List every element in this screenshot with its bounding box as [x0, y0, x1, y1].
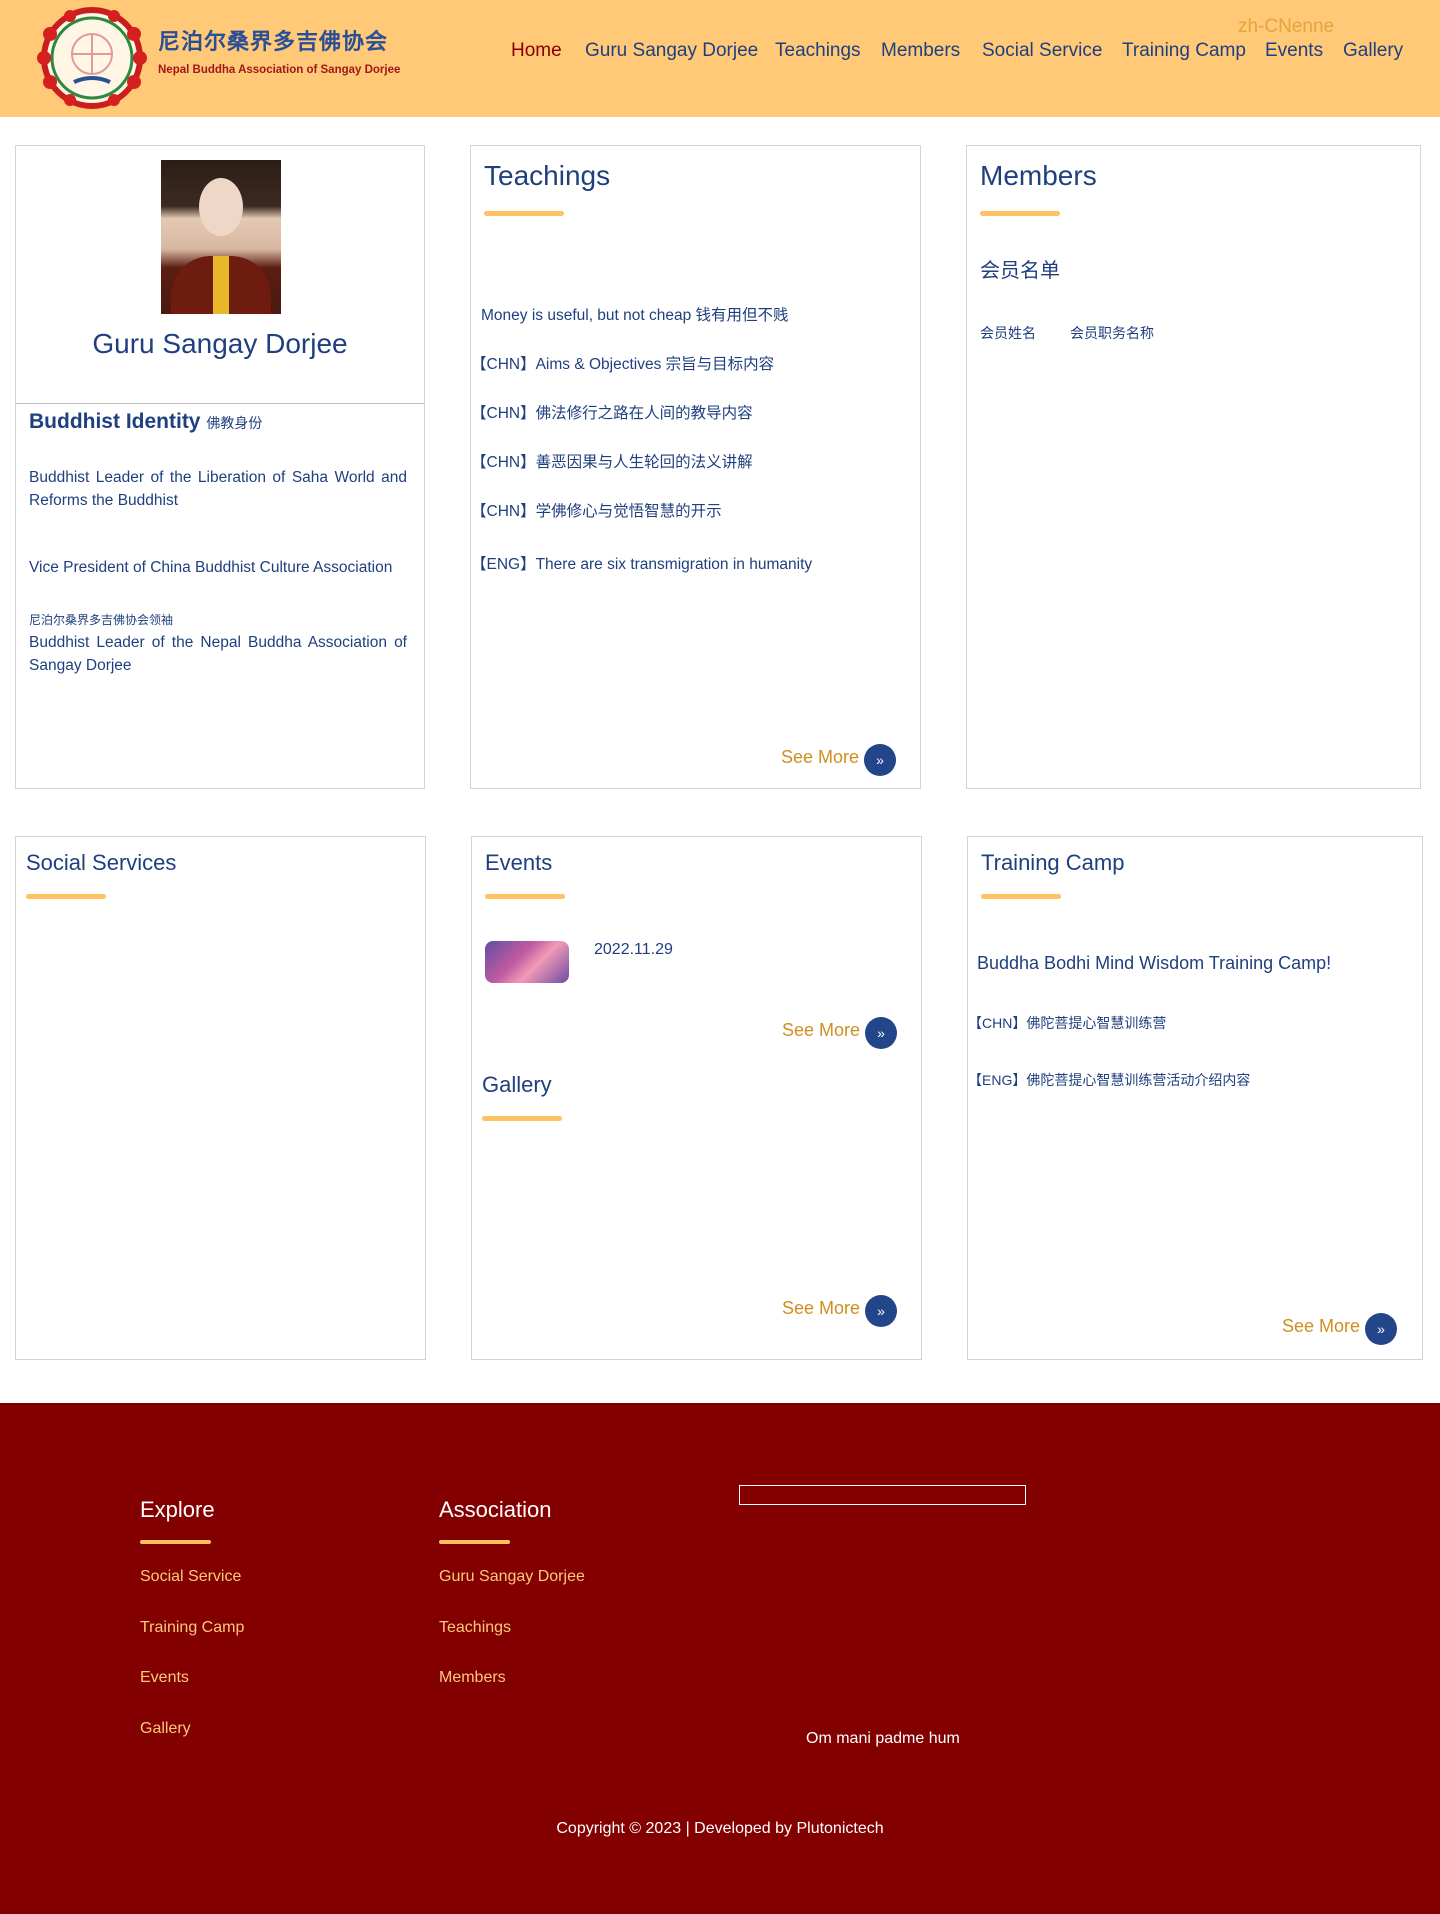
double-chevron-right-icon[interactable]: »	[864, 744, 896, 776]
teaching-item[interactable]: 【CHN】学佛修心与觉悟智慧的开示	[471, 499, 722, 521]
footer-underline	[439, 1540, 510, 1544]
footer-underline	[140, 1540, 211, 1544]
footer-link-teachings[interactable]: Teachings	[439, 1619, 511, 1637]
footer-image-placeholder	[739, 1485, 1026, 1505]
language-switcher: zh-CNenne	[1238, 16, 1334, 38]
teachings-card: Teachings Money is useful, but not cheap…	[470, 145, 921, 789]
footer-link-members[interactable]: Members	[439, 1669, 506, 1687]
training-item[interactable]: 【ENG】佛陀菩提心智慧训练营活动介绍内容	[968, 1070, 1250, 1090]
nav-home[interactable]: Home	[511, 40, 562, 62]
see-more-link[interactable]: See More	[782, 1298, 860, 1319]
footer-link-training-camp[interactable]: Training Camp	[140, 1619, 244, 1637]
footer-link-gallery[interactable]: Gallery	[140, 1720, 191, 1738]
footer-link-social-service[interactable]: Social Service	[140, 1568, 241, 1586]
teaching-item[interactable]: 【ENG】There are six transmigration in hum…	[471, 552, 812, 574]
guru-photo	[161, 160, 281, 314]
footer-link-guru[interactable]: Guru Sangay Dorjee	[439, 1568, 585, 1586]
training-camp-title: Training Camp	[981, 850, 1125, 875]
events-title: Events	[485, 850, 553, 875]
brand-name-chinese: 尼泊尔桑界多吉佛协会	[158, 30, 389, 55]
members-title: Members	[980, 160, 1097, 191]
brand-name-english: Nepal Buddha Association of Sangay Dorje…	[158, 64, 401, 76]
identity-text-1: Buddhist Leader of the Liberation of Sah…	[29, 469, 407, 509]
members-card: Members 会员名单 会员姓名 会员职务名称	[966, 145, 1421, 789]
see-more-link[interactable]: See More	[782, 1020, 860, 1041]
site-header: 尼泊尔桑界多吉佛协会 Nepal Buddha Association of S…	[0, 0, 1440, 117]
see-more-link[interactable]: See More	[781, 747, 859, 768]
lang-en[interactable]: en	[1292, 16, 1313, 38]
guru-card: Guru Sangay Dorjee Buddhist Identity 佛教身…	[15, 145, 425, 789]
identity-text-3-cn: 尼泊尔桑界多吉佛协会领袖	[29, 613, 174, 627]
site-footer: Explore Social Service Training Camp Eve…	[0, 1403, 1440, 1914]
association-logo[interactable]	[30, 4, 154, 112]
social-services-card: Social Services	[15, 836, 426, 1360]
title-underline	[980, 211, 1060, 216]
teaching-item[interactable]: 【CHN】善恶因果与人生轮回的法义讲解	[471, 450, 753, 472]
nav-events[interactable]: Events	[1265, 40, 1323, 62]
footer-association-title: Association	[439, 1497, 552, 1522]
double-chevron-right-icon[interactable]: »	[865, 1295, 897, 1327]
title-underline	[26, 894, 106, 899]
title-underline	[484, 211, 564, 216]
nav-gallery[interactable]: Gallery	[1343, 40, 1403, 62]
member-role: 会员职务名称	[1070, 325, 1154, 341]
lang-zh-cn[interactable]: zh-CN	[1238, 16, 1292, 38]
gallery-title: Gallery	[482, 1072, 552, 1097]
footer-explore-title: Explore	[140, 1497, 215, 1522]
events-gallery-card: Events 2022.11.29 See More » Gallery See…	[471, 836, 922, 1360]
identity-text-2: Vice President of China Buddhist Culture…	[29, 559, 393, 576]
members-subtitle: 会员名单	[980, 260, 1060, 282]
training-item[interactable]: 【CHN】佛陀菩提心智慧训练营	[968, 1013, 1166, 1033]
copyright-text: Copyright © 2023 | Developed by Plutonic…	[556, 1820, 884, 1837]
double-chevron-right-icon[interactable]: »	[865, 1017, 897, 1049]
social-services-title: Social Services	[26, 850, 177, 875]
nav-training-camp[interactable]: Training Camp	[1122, 40, 1246, 62]
teaching-item[interactable]: 【CHN】佛法修行之路在人间的教导内容	[471, 401, 753, 423]
identity-heading: Buddhist Identity 佛教身份	[29, 410, 263, 433]
training-camp-card: Training Camp Buddha Bodhi Mind Wisdom T…	[967, 836, 1423, 1360]
guru-name[interactable]: Guru Sangay Dorjee	[16, 328, 424, 360]
teaching-item[interactable]: Money is useful, but not cheap 钱有用但不贱	[481, 303, 789, 325]
lang-ne[interactable]: ne	[1313, 16, 1334, 38]
event-thumbnail[interactable]	[485, 941, 569, 983]
nav-members[interactable]: Members	[881, 40, 960, 62]
title-underline	[485, 894, 565, 899]
title-underline	[981, 894, 1061, 899]
title-underline	[482, 1116, 562, 1121]
member-name: 会员姓名	[980, 325, 1036, 341]
teachings-title: Teachings	[484, 160, 611, 191]
teaching-item[interactable]: 【CHN】Aims & Objectives 宗旨与目标内容	[471, 352, 774, 374]
divider	[16, 403, 424, 404]
nav-guru[interactable]: Guru Sangay Dorjee	[585, 40, 758, 62]
footer-mantra: Om mani padme hum	[806, 1730, 960, 1747]
event-date[interactable]: 2022.11.29	[594, 941, 673, 959]
nav-teachings[interactable]: Teachings	[775, 40, 861, 62]
training-heading[interactable]: Buddha Bodhi Mind Wisdom Training Camp!	[977, 953, 1331, 974]
see-more-link[interactable]: See More	[1282, 1316, 1360, 1337]
double-chevron-right-icon[interactable]: »	[1365, 1313, 1397, 1345]
footer-link-events[interactable]: Events	[140, 1669, 189, 1687]
identity-text-3: Buddhist Leader of the Nepal Buddha Asso…	[29, 634, 407, 674]
nav-social-service[interactable]: Social Service	[982, 40, 1102, 62]
